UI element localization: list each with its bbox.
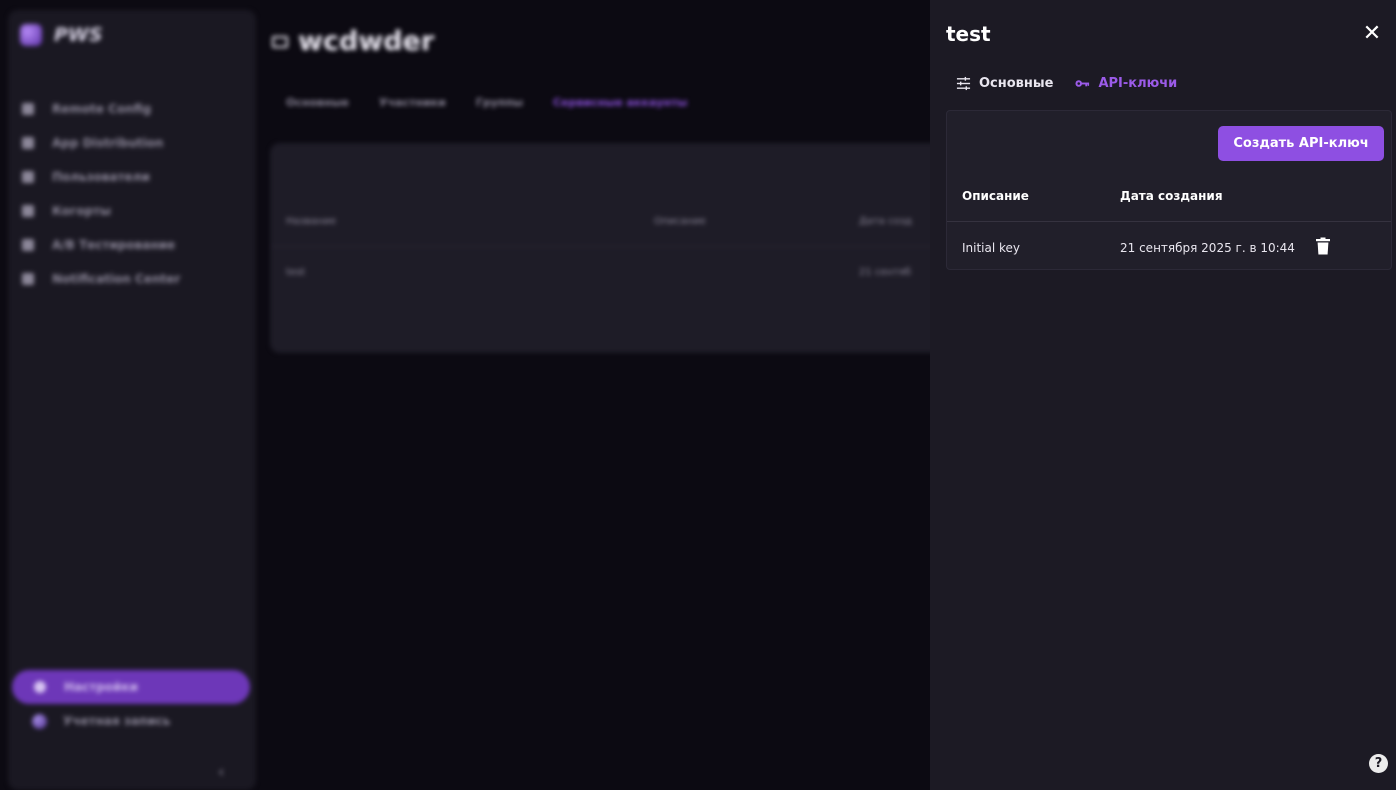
table-header: Название Описание Дата созд: [286, 216, 912, 227]
divider: [270, 246, 930, 247]
gear-icon: [34, 681, 46, 693]
page-title-text: wcdwder: [298, 26, 435, 57]
sidebar-item-label: Учетная запись: [63, 714, 171, 728]
tab-members[interactable]: Участники: [379, 96, 446, 109]
close-button[interactable]: ✕: [1358, 20, 1386, 48]
column-description: Описание: [962, 189, 1029, 203]
cell-description: Initial key: [962, 241, 1021, 255]
tab-service-accounts[interactable]: Сервисные аккаунты: [553, 96, 687, 109]
users-icon: [22, 171, 34, 183]
tab-groups[interactable]: Группы: [476, 96, 523, 109]
trash-icon[interactable]: [1316, 237, 1330, 255]
flask-icon: [22, 239, 34, 251]
sidebar-item-ab-testing[interactable]: A/B Тестирование: [22, 228, 180, 262]
sidebar-item-notification-center[interactable]: Notification Center: [22, 262, 180, 296]
sidebar-nav: Remote Config App Distribution Пользоват…: [22, 92, 180, 296]
sidebar-item-label: Remote Config: [52, 102, 152, 116]
tab-general[interactable]: Основные: [956, 76, 1053, 91]
service-account-drawer: test ✕ Основные API-ключи Создать API-кл…: [930, 0, 1396, 790]
sidebar-item-account[interactable]: Учетная запись: [12, 704, 250, 738]
help-icon[interactable]: ?: [1369, 754, 1388, 773]
sidebar-item-label: A/B Тестирование: [52, 238, 176, 252]
background-content: PWS Remote Config App Distribution Польз…: [0, 0, 930, 790]
column-created: Дата создания: [1120, 189, 1223, 203]
drawer-tabs: Основные API-ключи: [956, 76, 1177, 91]
tab-api-keys[interactable]: API-ключи: [1075, 76, 1177, 91]
sidebar-item-label: Notification Center: [52, 272, 181, 286]
api-keys-card: Создать API-ключ Описание Дата создания …: [946, 110, 1392, 270]
sidebar-item-label: App Distribution: [52, 136, 164, 150]
sidebar-item-settings[interactable]: Настройки: [12, 670, 250, 704]
page-title: wcdwder: [272, 26, 434, 57]
column-date: Дата созд: [859, 216, 912, 227]
folder-icon: [272, 35, 288, 48]
column-description: Описание: [654, 216, 706, 227]
sidebar-item-label: Настройки: [64, 680, 139, 694]
sidebar-item-label: Пользователи: [52, 170, 150, 184]
tab-api-keys-label: API-ключи: [1098, 76, 1178, 91]
logo: PWS: [20, 24, 103, 46]
sidebar: PWS Remote Config App Distribution Польз…: [8, 10, 256, 790]
sidebar-item-remote-config[interactable]: Remote Config: [22, 92, 180, 126]
sidebar-item-users[interactable]: Пользователи: [22, 160, 180, 194]
app-distribution-icon: [22, 137, 34, 149]
key-icon: [1075, 80, 1090, 87]
remote-config-icon: [22, 103, 34, 115]
sliders-icon: [956, 76, 971, 91]
sidebar-item-label: Когорты: [52, 204, 111, 218]
table-divider: [947, 221, 1391, 222]
table-row[interactable]: test 21 сентяб: [286, 267, 911, 278]
create-api-key-button[interactable]: Создать API-ключ: [1218, 126, 1384, 161]
sidebar-item-cohorts[interactable]: Когорты: [22, 194, 180, 228]
logo-text: PWS: [54, 24, 103, 46]
cohorts-icon: [22, 205, 34, 217]
drawer-title: test: [946, 22, 991, 46]
avatar: [32, 713, 47, 729]
cell-description: [654, 267, 859, 278]
sidebar-item-app-distribution[interactable]: App Distribution: [22, 126, 180, 160]
logo-cube-icon: [20, 24, 42, 46]
send-icon: [22, 273, 34, 285]
background-app: PWS Remote Config App Distribution Польз…: [0, 0, 930, 790]
tab-general-label: Основные: [979, 76, 1054, 91]
column-name: Название: [286, 216, 337, 227]
service-accounts-card: Название Описание Дата созд test 21 сент…: [270, 143, 930, 353]
main-tabs: Основные Участники Группы Сервисные акка…: [286, 96, 687, 109]
cell-created: 21 сентября 2025 г. в 10:44: [1120, 241, 1295, 255]
collapse-sidebar-icon[interactable]: ‹: [218, 762, 224, 781]
cell-date: 21 сентяб: [859, 267, 912, 278]
cell-name: test: [286, 267, 306, 278]
sidebar-bottom: Настройки Учетная запись: [12, 670, 250, 738]
tab-general[interactable]: Основные: [286, 96, 349, 109]
